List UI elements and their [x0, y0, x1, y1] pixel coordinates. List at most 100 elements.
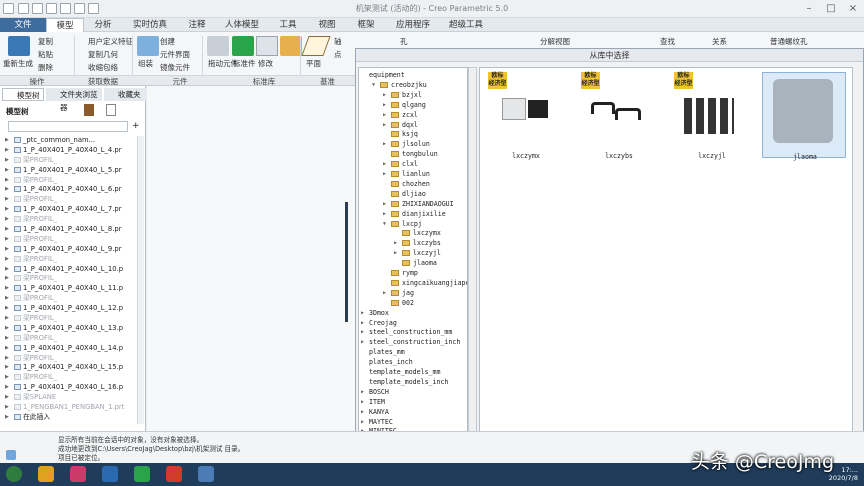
expand-icon[interactable]: ▶	[361, 308, 364, 318]
add-icon[interactable]: +	[132, 121, 140, 131]
modify-label[interactable]: 修改	[258, 58, 273, 69]
folder-item[interactable]: ▶ MAYTEC	[361, 417, 393, 427]
folder-item[interactable]: plates_inch	[369, 357, 413, 367]
folder-item[interactable]: template_models_mm	[369, 367, 440, 377]
folder-item[interactable]: chozhen	[391, 179, 430, 189]
folder-item[interactable]: ▶ bzjxl	[383, 90, 422, 100]
folder-item[interactable]: ▶ steel_construction_inch	[361, 337, 460, 347]
expand-icon[interactable]: ▶	[5, 146, 9, 156]
tree-row[interactable]: ▶ 梁PROFIL_	[4, 334, 136, 344]
point-button[interactable]: 点	[334, 49, 342, 60]
menu-annotate[interactable]: 注释	[178, 18, 216, 32]
tree-scrollbar[interactable]	[137, 136, 144, 424]
folder-item[interactable]: plates_mm	[369, 347, 405, 357]
expand-icon[interactable]: ▶	[5, 373, 9, 383]
folder-item[interactable]: ▶ dqxl	[383, 120, 418, 130]
expand-icon[interactable]: ▶	[383, 169, 386, 179]
tree-row[interactable]: ▶ 1_P_40X401_P_40X40_L_15.p	[4, 363, 136, 373]
expand-icon[interactable]: ▶	[361, 407, 364, 417]
menu-analysis[interactable]: 分析	[84, 18, 122, 32]
expand-icon[interactable]: ▶	[383, 120, 386, 130]
drag-icon[interactable]	[207, 36, 229, 56]
expand-icon[interactable]: ▶	[5, 156, 9, 166]
expand-icon[interactable]: ▶	[5, 255, 9, 265]
standard-parts-icon[interactable]	[232, 36, 254, 56]
tab-folder-browser[interactable]: 文件夹浏览器	[46, 88, 102, 112]
wechat-icon[interactable]	[134, 466, 150, 482]
thumb-lxczymx[interactable]: 欧标 经济型 lxczymx	[484, 72, 568, 160]
folder-item[interactable]: ▶ 3Dmox	[361, 308, 389, 318]
menu-super-tools[interactable]: 超级工具	[440, 18, 492, 32]
standard-parts-label[interactable]: 标准件	[233, 58, 256, 69]
expand-icon[interactable]: ▶	[5, 136, 9, 146]
expand-icon[interactable]: ▶	[361, 417, 364, 427]
expand-icon[interactable]: ▶	[383, 139, 386, 149]
expand-icon[interactable]: ▶	[5, 334, 9, 344]
expand-icon[interactable]: ▶	[5, 413, 9, 423]
app-icon[interactable]	[166, 466, 182, 482]
mirror-comp-button[interactable]: 镜像元件	[160, 62, 190, 73]
folder-item[interactable]: ▶ KANYA	[361, 407, 389, 417]
thumb-lxczybs[interactable]: 欧标 经济型 lxczybs	[577, 72, 661, 160]
folder-item[interactable]: ▶ jlsolun	[383, 139, 430, 149]
expand-icon[interactable]: ▶	[5, 344, 9, 354]
tree-row[interactable]: ▶ 在此插入	[4, 413, 136, 423]
folder-item[interactable]: xingcaikuangjiapeijian	[391, 278, 467, 288]
tree-row[interactable]: ▶ 梁PROFIL_	[4, 373, 136, 383]
tree-row[interactable]: ▶ 1_P_40X401_P_40X40_L_8.pr	[4, 225, 136, 235]
expand-icon[interactable]: ▶	[383, 209, 386, 219]
expand-icon[interactable]: ▶	[383, 110, 386, 120]
tree-row[interactable]: ▶ 梁PROFIL_	[4, 294, 136, 304]
expand-icon[interactable]: ▶	[5, 225, 9, 235]
graphics-canvas[interactable]	[147, 86, 355, 431]
show-icon[interactable]	[106, 104, 116, 116]
tree-row[interactable]: ▶ 梁PROFIL_	[4, 235, 136, 245]
folder-item[interactable]: ▶ lxczyjl	[394, 248, 441, 258]
expand-icon[interactable]: ▶	[383, 90, 386, 100]
tree-row[interactable]: ▶ 梁PROFIL_	[4, 354, 136, 364]
expand-icon[interactable]: ▶	[5, 265, 9, 275]
expand-icon[interactable]: ▶	[5, 166, 9, 176]
modify-icon[interactable]	[256, 36, 278, 56]
expand-icon[interactable]: ▶	[5, 284, 9, 294]
expand-icon[interactable]: ▶	[5, 205, 9, 215]
open-file-icon[interactable]	[32, 3, 43, 14]
group-get-data[interactable]: 获取数据	[74, 75, 132, 86]
expand-icon[interactable]: ▼	[372, 80, 375, 90]
tree-row[interactable]: ▶ 1_P_40X401_P_40X40_L_13.p	[4, 324, 136, 334]
folder-scrollbar[interactable]	[468, 67, 477, 435]
thumb-jlaoma[interactable]: jlaoma	[762, 72, 846, 161]
copy-geom-button[interactable]: 复制几何	[88, 49, 118, 60]
app-icon[interactable]	[38, 466, 54, 482]
expand-icon[interactable]: ▶	[383, 288, 386, 298]
expand-icon[interactable]: ▶	[5, 195, 9, 205]
regenerate-icon[interactable]	[8, 36, 30, 56]
split-view-button[interactable]: 分解视图	[540, 36, 570, 47]
tree-row[interactable]: ▶ 1_P_40X401_P_40X40_L_7.pr	[4, 205, 136, 215]
folder-item[interactable]: ▼ creobzjku	[372, 80, 427, 90]
folder-item[interactable]: lxczymx	[402, 228, 441, 238]
expand-icon[interactable]: ▶	[5, 314, 9, 324]
menu-live-sim[interactable]: 实时仿真	[122, 18, 178, 32]
tree-row[interactable]: ▶ 1_P_40X401_P_40X40_L_6.pr	[4, 185, 136, 195]
tree-row[interactable]: ▶ 1_P_40X401_P_40X40_L_14.p	[4, 344, 136, 354]
new-file-icon[interactable]	[18, 3, 29, 14]
tree-row[interactable]: ▶ 梁PROFIL_	[4, 314, 136, 324]
expand-icon[interactable]: ▶	[5, 383, 9, 393]
folder-item[interactable]: ▶ ITEM	[361, 397, 385, 407]
save-icon[interactable]	[46, 3, 57, 14]
expand-icon[interactable]: ▶	[394, 248, 397, 258]
expand-icon[interactable]: ▶	[5, 235, 9, 245]
regen-icon[interactable]	[60, 3, 71, 14]
assemble-icon[interactable]	[137, 36, 159, 56]
expand-icon[interactable]: ▶	[5, 294, 9, 304]
close-button[interactable]: ×	[842, 2, 864, 16]
expand-icon[interactable]: ▶	[5, 354, 9, 364]
thread-button[interactable]: 普通螺纹孔	[770, 36, 808, 47]
folder-item[interactable]: ▶ Creojag	[361, 318, 397, 328]
tree-row[interactable]: ▶ 1_P_40X401_P_40X40_L_11.p	[4, 284, 136, 294]
folder-item[interactable]: dljiao	[391, 189, 426, 199]
relation-button[interactable]: 关系	[712, 36, 727, 47]
folder-item[interactable]: ksjq	[391, 129, 418, 139]
comp-interface-button[interactable]: 元件界面	[160, 49, 190, 60]
